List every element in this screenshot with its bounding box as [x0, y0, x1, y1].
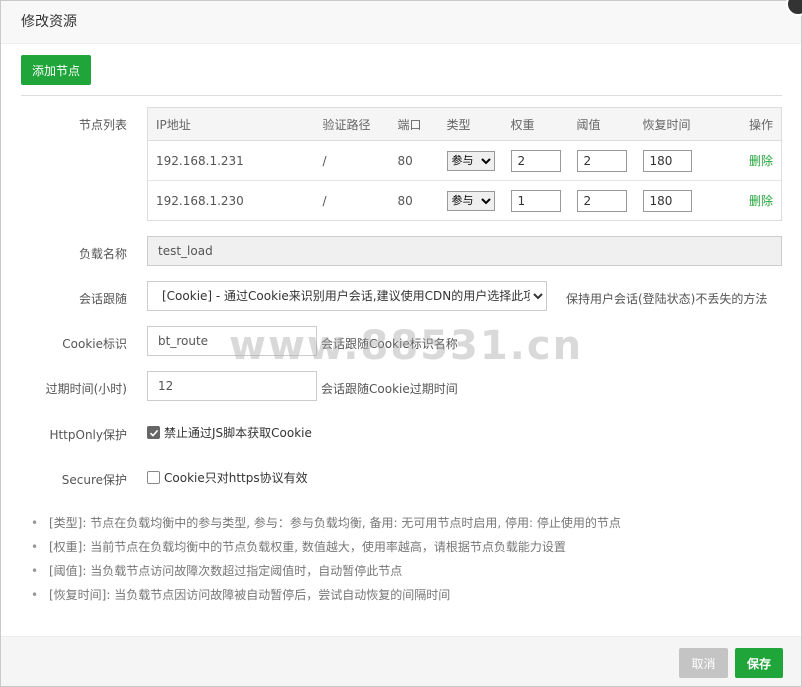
delete-node-link[interactable]: 删除 [749, 154, 773, 168]
load-name-label: 负载名称 [78, 247, 127, 261]
node-type-cell: 参与 [438, 140, 503, 181]
session-mode-select[interactable]: [Cookie] - 通过Cookie来识别用户会话,建议使用CDN的用户选择此… [147, 281, 547, 311]
node-weight-input[interactable] [510, 189, 561, 212]
node-weight-cell [503, 181, 569, 221]
col-type: 类型 [438, 107, 503, 141]
node-type-select[interactable]: 参与 [446, 190, 495, 211]
httponly-checkbox[interactable]: 禁止通过JS脚本获取Cookie [147, 424, 312, 441]
node-ip: 192.168.1.231 [147, 140, 315, 181]
divider [21, 95, 782, 96]
session-hint: 保持用户会话(登陆状态)不丢失的方法 [566, 292, 768, 306]
node-threshold-cell [569, 181, 635, 221]
delete-node-link[interactable]: 删除 [749, 194, 773, 208]
httponly-label: HttpOnly保护 [49, 428, 127, 442]
load-name-field [147, 236, 782, 266]
expire-hint: 会话跟随Cookie过期时间 [321, 382, 458, 396]
expire-label: 过期时间(小时) [45, 382, 127, 396]
checkbox-checked-icon [147, 426, 160, 439]
httponly-text: 禁止通过JS脚本获取Cookie [164, 426, 312, 440]
node-threshold-input[interactable] [576, 149, 627, 172]
save-button[interactable]: 保存 [735, 648, 783, 678]
node-action-cell: 删除 [730, 181, 782, 221]
secure-text: Cookie只对https协议有效 [164, 471, 308, 485]
col-recover: 恢复时间 [634, 107, 730, 141]
help-notes: [类型]: 节点在负载均衡中的参与类型, 参与：参与负载均衡, 备用: 无可用节… [31, 515, 621, 611]
node-recover-cell [635, 181, 730, 221]
node-port: 80 [397, 193, 413, 208]
node-path: / [322, 193, 327, 208]
node-recover-input[interactable] [642, 189, 692, 212]
checkbox-unchecked-icon [147, 471, 160, 484]
table-header-row: IP地址 验证路径 端口 类型 权重 阈值 恢复时间 操作 [147, 107, 782, 141]
cancel-button[interactable]: 取消 [679, 648, 728, 678]
col-action: 操作 [729, 107, 782, 141]
dialog-footer: 取消 保存 [1, 636, 801, 686]
col-path: 验证路径 [314, 107, 390, 141]
expire-hours-field[interactable] [147, 371, 317, 401]
dialog-title: 修改资源 [1, 1, 801, 44]
check-icon [149, 429, 158, 437]
node-weight-cell [502, 140, 569, 181]
col-weight: 权重 [502, 107, 569, 141]
node-table: IP地址 验证路径 端口 类型 权重 阈值 恢复时间 操作 192.168.1.… [147, 107, 782, 221]
node-threshold-input[interactable] [576, 189, 627, 212]
col-ip: IP地址 [147, 107, 315, 141]
edit-resource-dialog: 修改资源 添加节点 节点列表 IP地址 验证路径 端口 类型 权重 阈值 恢复时… [0, 0, 802, 687]
node-type-select[interactable]: 参与 [446, 150, 495, 171]
node-type-cell: 参与 [439, 181, 503, 221]
node-weight-input[interactable] [510, 149, 561, 172]
node-ip: 192.168.1.230 [156, 193, 244, 208]
table-row: 192.168.1.230 / 80 参与 删除 [148, 181, 782, 221]
add-node-button[interactable]: 添加节点 [21, 55, 92, 85]
secure-label: Secure保护 [61, 473, 127, 487]
table-row: 192.168.1.231 / 80 参与 删除 [147, 140, 782, 181]
session-label: 会话跟随 [78, 292, 127, 306]
col-threshold: 阈值 [568, 107, 635, 141]
nodes-label: 节点列表 [78, 118, 127, 132]
node-port: 80 [389, 140, 439, 181]
node-recover-input[interactable] [642, 149, 692, 172]
col-port: 端口 [389, 107, 439, 141]
node-threshold-cell [568, 140, 635, 181]
list-item: [阈值]: 当负载节点访问故障次数超过指定阈值时，自动暂停此节点 [31, 563, 621, 587]
secure-checkbox[interactable]: Cookie只对https协议有效 [147, 469, 308, 486]
node-action-cell: 删除 [729, 140, 782, 181]
node-recover-cell [634, 140, 730, 181]
list-item: [类型]: 节点在负载均衡中的参与类型, 参与：参与负载均衡, 备用: 无可用节… [31, 515, 621, 539]
watermark: www.88531.cn [229, 323, 584, 369]
cookie-label: Cookie标识 [62, 337, 127, 351]
list-item: [恢复时间]: 当负载节点因访问故障被自动暂停后，尝试自动恢复的间隔时间 [31, 587, 621, 611]
list-item: [权重]: 当前节点在负载均衡中的节点负载权重, 数值越大，使用率越高，请根据节… [31, 539, 621, 563]
node-path: / [314, 140, 390, 181]
